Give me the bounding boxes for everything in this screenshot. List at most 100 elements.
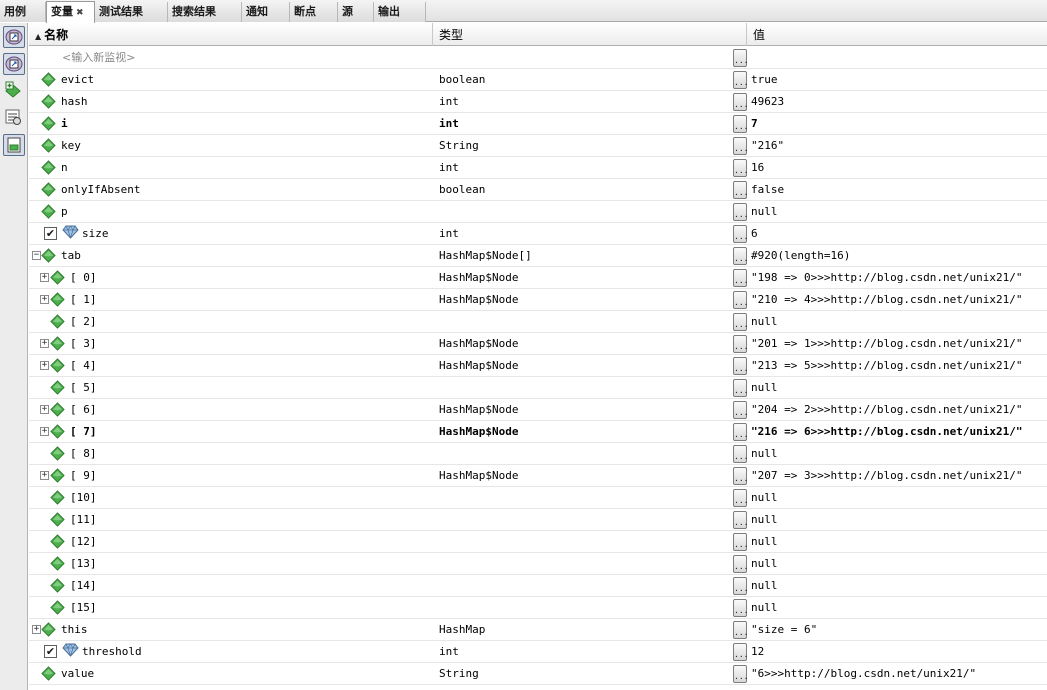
variable-value[interactable]: #920(length=16) (751, 245, 1047, 266)
variable-row[interactable]: value String ... "6>>>http://blog.csdn.n… (29, 663, 1047, 685)
variable-value[interactable]: 12 (751, 641, 1047, 662)
tab-search-results[interactable]: 搜索结果 (168, 2, 242, 22)
variable-row[interactable]: evict boolean ... true (29, 69, 1047, 91)
customize-value-button[interactable]: ... (733, 203, 747, 221)
customize-value-button[interactable]: ... (733, 335, 747, 353)
variable-value[interactable]: 7 (751, 113, 1047, 134)
view-settings-button[interactable] (3, 107, 25, 129)
watch-filter-alt-button[interactable] (3, 53, 25, 75)
customize-value-button[interactable]: ... (733, 181, 747, 199)
variable-row[interactable]: hash int ... 49623 (29, 91, 1047, 113)
variable-value[interactable]: "210 => 4>>>http://blog.csdn.net/unix21/… (751, 289, 1047, 310)
customize-value-button[interactable]: ... (733, 93, 747, 111)
variable-row[interactable]: [ 8] ... null (29, 443, 1047, 465)
column-header-type[interactable]: 类型 (433, 23, 747, 46)
expand-icon[interactable]: + (40, 273, 49, 282)
variable-value[interactable]: "216" (751, 135, 1047, 156)
variable-row[interactable]: [11] ... null (29, 509, 1047, 531)
variable-row[interactable]: [15] ... null (29, 597, 1047, 619)
variable-row[interactable]: ✔ threshold int ... 12 (29, 641, 1047, 663)
variable-row[interactable]: + [ 1] HashMap$Node ... "210 => 4>>>http… (29, 289, 1047, 311)
variable-value[interactable]: false (751, 179, 1047, 200)
variable-value[interactable]: "204 => 2>>>http://blog.csdn.net/unix21/… (751, 399, 1047, 420)
customize-value-button[interactable]: ... (733, 423, 747, 441)
variable-row[interactable]: + [ 4] HashMap$Node ... "213 => 5>>>http… (29, 355, 1047, 377)
show-panel-button[interactable] (3, 134, 25, 156)
variable-value[interactable]: 6 (751, 223, 1047, 244)
variable-row[interactable]: i int ... 7 (29, 113, 1047, 135)
variable-row[interactable]: [12] ... null (29, 531, 1047, 553)
expand-icon[interactable]: + (40, 427, 49, 436)
collapse-icon[interactable]: − (32, 251, 41, 260)
variable-row[interactable]: [ 5] ... null (29, 377, 1047, 399)
customize-value-button[interactable]: ... (733, 401, 747, 419)
variable-value[interactable]: null (751, 509, 1047, 530)
variable-value[interactable]: "201 => 1>>>http://blog.csdn.net/unix21/… (751, 333, 1047, 354)
variable-row[interactable]: ✔ size int ... 6 (29, 223, 1047, 245)
customize-value-button[interactable]: ... (733, 313, 747, 331)
variable-value[interactable]: null (751, 597, 1047, 618)
customize-value-button[interactable]: ... (733, 511, 747, 529)
variable-row[interactable]: + [ 3] HashMap$Node ... "201 => 1>>>http… (29, 333, 1047, 355)
customize-value-button[interactable]: ... (733, 555, 747, 573)
customize-value-button[interactable]: ... (733, 225, 747, 243)
variable-row[interactable]: [13] ... null (29, 553, 1047, 575)
variable-value[interactable]: 16 (751, 157, 1047, 178)
variable-row[interactable]: n int ... 16 (29, 157, 1047, 179)
new-watch-row[interactable]: <输入新监视> ... (29, 47, 1047, 69)
new-watch-placeholder[interactable]: <输入新监视> (62, 47, 135, 68)
tab-use-cases[interactable]: 用例 (0, 2, 46, 22)
variable-value[interactable]: null (751, 201, 1047, 222)
customize-value-button[interactable]: ... (733, 247, 747, 265)
variable-row[interactable]: + [ 6] HashMap$Node ... "204 => 2>>>http… (29, 399, 1047, 421)
customize-value-button[interactable]: ... (733, 159, 747, 177)
customize-value-button[interactable]: ... (733, 49, 747, 67)
customize-value-button[interactable]: ... (733, 665, 747, 683)
tab-notifications[interactable]: 通知 (242, 2, 290, 22)
variable-value[interactable]: null (751, 377, 1047, 398)
variable-value[interactable]: null (751, 487, 1047, 508)
variable-row[interactable]: key String ... "216" (29, 135, 1047, 157)
expand-icon[interactable]: + (40, 295, 49, 304)
variable-row[interactable]: + this HashMap ... "size = 6" (29, 619, 1047, 641)
variable-value[interactable]: "size = 6" (751, 619, 1047, 640)
variable-row[interactable]: + [ 0] HashMap$Node ... "198 => 0>>>http… (29, 267, 1047, 289)
variable-value[interactable]: null (751, 553, 1047, 574)
watch-enabled-checkbox[interactable]: ✔ (44, 645, 57, 658)
column-header-name[interactable]: ▲ 名称 (29, 23, 433, 46)
customize-value-button[interactable]: ... (733, 467, 747, 485)
watch-filter-button[interactable] (3, 26, 25, 48)
tab-output[interactable]: 输出 (374, 2, 426, 22)
expand-icon[interactable]: + (40, 361, 49, 370)
variable-value[interactable]: null (751, 575, 1047, 596)
variable-row[interactable]: + [ 9] HashMap$Node ... "207 => 3>>>http… (29, 465, 1047, 487)
variable-value[interactable]: null (751, 531, 1047, 552)
tab-sources[interactable]: 源 (338, 2, 374, 22)
customize-value-button[interactable]: ... (733, 577, 747, 595)
tab-variables[interactable]: 变量 ✖ (46, 1, 95, 23)
variable-value[interactable]: "6>>>http://blog.csdn.net/unix21/" (751, 663, 1047, 684)
customize-value-button[interactable]: ... (733, 489, 747, 507)
customize-value-button[interactable]: ... (733, 137, 747, 155)
tab-test-results[interactable]: 测试结果 (95, 2, 168, 22)
variable-value[interactable]: 49623 (751, 91, 1047, 112)
new-watch-button[interactable] (3, 80, 25, 102)
variable-value[interactable]: "213 => 5>>>http://blog.csdn.net/unix21/… (751, 355, 1047, 376)
watch-enabled-checkbox[interactable]: ✔ (44, 227, 57, 240)
variable-row[interactable]: [10] ... null (29, 487, 1047, 509)
expand-icon[interactable]: + (40, 339, 49, 348)
column-header-value[interactable]: 值 (747, 23, 1047, 46)
customize-value-button[interactable]: ... (733, 115, 747, 133)
customize-value-button[interactable]: ... (733, 445, 747, 463)
variable-value[interactable]: "198 => 0>>>http://blog.csdn.net/unix21/… (751, 267, 1047, 288)
customize-value-button[interactable]: ... (733, 621, 747, 639)
customize-value-button[interactable]: ... (733, 71, 747, 89)
variable-value[interactable]: true (751, 69, 1047, 90)
variable-value[interactable]: null (751, 311, 1047, 332)
variable-value[interactable]: "207 => 3>>>http://blog.csdn.net/unix21/… (751, 465, 1047, 486)
expand-icon[interactable]: + (32, 625, 41, 634)
customize-value-button[interactable]: ... (733, 533, 747, 551)
customize-value-button[interactable]: ... (733, 599, 747, 617)
customize-value-button[interactable]: ... (733, 291, 747, 309)
variable-row[interactable]: [14] ... null (29, 575, 1047, 597)
